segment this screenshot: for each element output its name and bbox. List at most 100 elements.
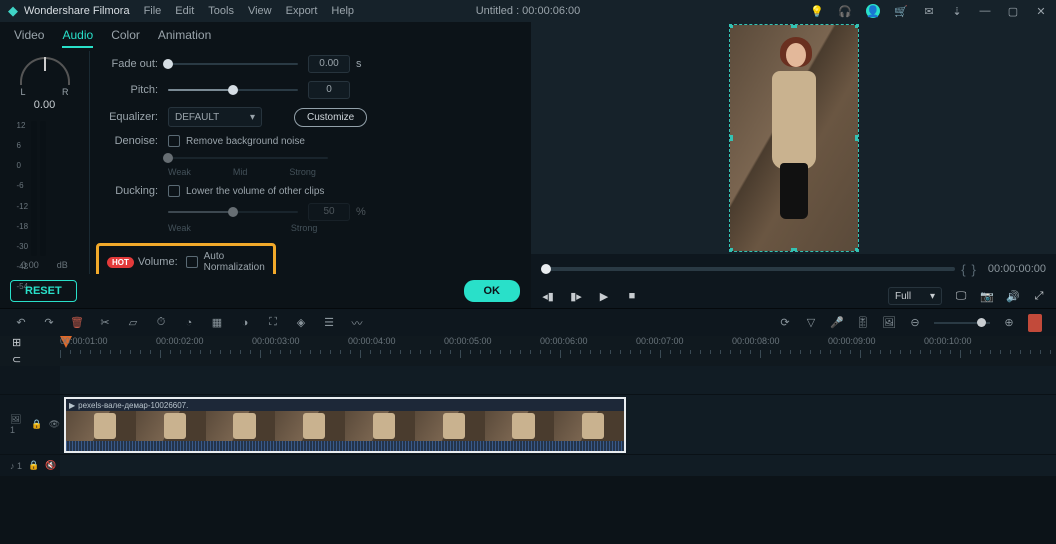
meter-tick: -12	[17, 202, 29, 211]
clip-name: pexels-вале-демар-10026607.	[78, 401, 188, 410]
reset-button[interactable]: RESET	[10, 280, 77, 302]
thumbnail-icon[interactable]: 🖼	[882, 316, 896, 330]
timeline-ruler[interactable]: 00:00:01:0000:00:02:0000:00:03:0000:00:0…	[60, 336, 1056, 366]
redo-icon[interactable]: ↷	[42, 316, 56, 330]
tab-video[interactable]: Video	[14, 28, 44, 48]
keyframe-icon[interactable]: ◈	[294, 316, 308, 330]
audio-wave-icon[interactable]: 〰	[350, 316, 364, 330]
menu-help[interactable]: Help	[331, 5, 354, 17]
preview-seek-slider[interactable]	[541, 267, 955, 271]
meter-bottom-unit: dB	[57, 260, 68, 270]
balance-dial[interactable]	[20, 57, 70, 85]
equalizer-value: DEFAULT	[175, 112, 219, 123]
pitch-slider[interactable]	[168, 89, 298, 91]
mail-icon[interactable]: ✉	[922, 4, 936, 18]
menu-view[interactable]: View	[248, 5, 272, 17]
equalizer-customize-button[interactable]: Customize	[294, 108, 367, 127]
ducking-checkbox-label: Lower the volume of other clips	[186, 186, 324, 197]
track-manager-icon[interactable]: ⊞	[12, 336, 60, 349]
ruler-time: 00:00:01:00	[60, 336, 156, 346]
delete-icon[interactable]: 🗑	[70, 316, 84, 330]
denoise-weak-label: Weak	[168, 167, 191, 177]
menu-export[interactable]: Export	[286, 5, 318, 17]
video-clip[interactable]: ▶pexels-вале-демар-10026607.	[64, 397, 626, 453]
adjust-icon[interactable]: ☰	[322, 316, 336, 330]
preview-frame[interactable]	[729, 24, 859, 252]
minimize-button[interactable]: —	[978, 4, 992, 18]
snapshot-icon[interactable]: 📷	[980, 289, 994, 303]
mic-icon[interactable]: 🎤	[830, 316, 844, 330]
app-brand: Wondershare Filmora	[24, 5, 130, 17]
magnet-icon[interactable]: ⊂	[12, 353, 60, 366]
bracket-right-icon[interactable]: }	[972, 262, 976, 277]
volume-icon[interactable]: 🔊	[1006, 289, 1020, 303]
ducking-slider	[168, 211, 298, 213]
color-icon[interactable]: ◔	[182, 316, 196, 330]
ruler-time: 00:00:09:00	[828, 336, 924, 346]
expand-icon[interactable]: ⛶	[266, 316, 280, 330]
meter-tick: 0	[17, 161, 29, 170]
mixer-icon[interactable]: 🎚	[856, 316, 870, 330]
ruler-time: 00:00:02:00	[156, 336, 252, 346]
headphones-icon[interactable]: 🎧	[838, 4, 852, 18]
volume-label: Volume:	[138, 256, 178, 268]
greenscreen-icon[interactable]: ▦	[210, 316, 224, 330]
denoise-slider	[168, 157, 328, 159]
close-button[interactable]: ✕	[1034, 4, 1048, 18]
ok-button[interactable]: OK	[464, 280, 521, 302]
zoom-slider[interactable]	[934, 322, 990, 324]
balance-r: R	[62, 87, 69, 97]
pitch-value[interactable]: 0	[308, 81, 350, 99]
download-icon[interactable]: ⇣	[950, 4, 964, 18]
render-icon[interactable]: ⟳	[778, 316, 792, 330]
menu-tools[interactable]: Tools	[208, 5, 234, 17]
denoise-mid-label: Mid	[233, 167, 248, 177]
ducking-strong-label: Strong	[291, 223, 318, 233]
lock-icon[interactable]: 🔒	[28, 460, 39, 471]
equalizer-select[interactable]: DEFAULT▾	[168, 107, 262, 127]
zoom-out-icon[interactable]: ⊖	[908, 316, 922, 330]
maximize-button[interactable]: ▢	[1006, 4, 1020, 18]
preview-quality-select[interactable]: Full▾	[888, 287, 942, 305]
marker-icon[interactable]: ▽	[804, 316, 818, 330]
next-frame-button[interactable]: ▮▸	[569, 289, 583, 303]
chevron-down-icon: ▾	[930, 291, 935, 302]
auto-normalization-checkbox[interactable]	[186, 256, 198, 268]
ruler-time: 00:00:10:00	[924, 336, 1020, 346]
pitch-label: Pitch:	[100, 84, 158, 96]
lock-icon[interactable]: 🔒	[31, 419, 42, 430]
ducking-checkbox[interactable]	[168, 185, 180, 197]
display-icon[interactable]: 🖵	[954, 289, 968, 303]
play-button[interactable]: ▶	[597, 289, 611, 303]
cut-icon[interactable]: ✂	[98, 316, 112, 330]
mask-icon[interactable]: ◑	[238, 316, 252, 330]
ducking-unit: %	[356, 206, 366, 218]
tab-color[interactable]: Color	[111, 28, 140, 48]
denoise-checkbox[interactable]	[168, 135, 180, 147]
fadeout-value[interactable]: 0.00	[308, 55, 350, 73]
prev-frame-button[interactable]: ◂▮	[541, 289, 555, 303]
lightbulb-icon[interactable]: 💡	[810, 4, 824, 18]
bracket-left-icon[interactable]: {	[961, 262, 965, 277]
auto-normalization-label: Auto Normalization	[204, 251, 265, 273]
tab-audio[interactable]: Audio	[62, 28, 93, 48]
account-icon[interactable]: 👤	[866, 4, 880, 18]
speed-icon[interactable]: ⏱	[154, 316, 168, 330]
crop-icon[interactable]: ▱	[126, 316, 140, 330]
tab-animation[interactable]: Animation	[158, 28, 211, 48]
fadeout-slider[interactable]	[168, 63, 298, 65]
ruler-time: 00:00:07:00	[636, 336, 732, 346]
stop-button[interactable]: ■	[625, 289, 639, 303]
menu-edit[interactable]: Edit	[175, 5, 194, 17]
zoom-in-icon[interactable]: ⊕	[1002, 316, 1016, 330]
fullscreen-icon[interactable]: ⤢	[1032, 289, 1046, 303]
app-logo: ◆	[8, 3, 18, 19]
ruler-time: 00:00:04:00	[348, 336, 444, 346]
mute-icon[interactable]: 🔇	[45, 460, 56, 471]
cart-icon[interactable]: 🛒	[894, 4, 908, 18]
hot-badge: HOT	[107, 257, 134, 268]
eye-icon[interactable]: 👁	[49, 419, 60, 430]
record-indicator[interactable]	[1028, 314, 1042, 332]
menu-file[interactable]: File	[144, 5, 162, 17]
undo-icon[interactable]: ↶	[14, 316, 28, 330]
